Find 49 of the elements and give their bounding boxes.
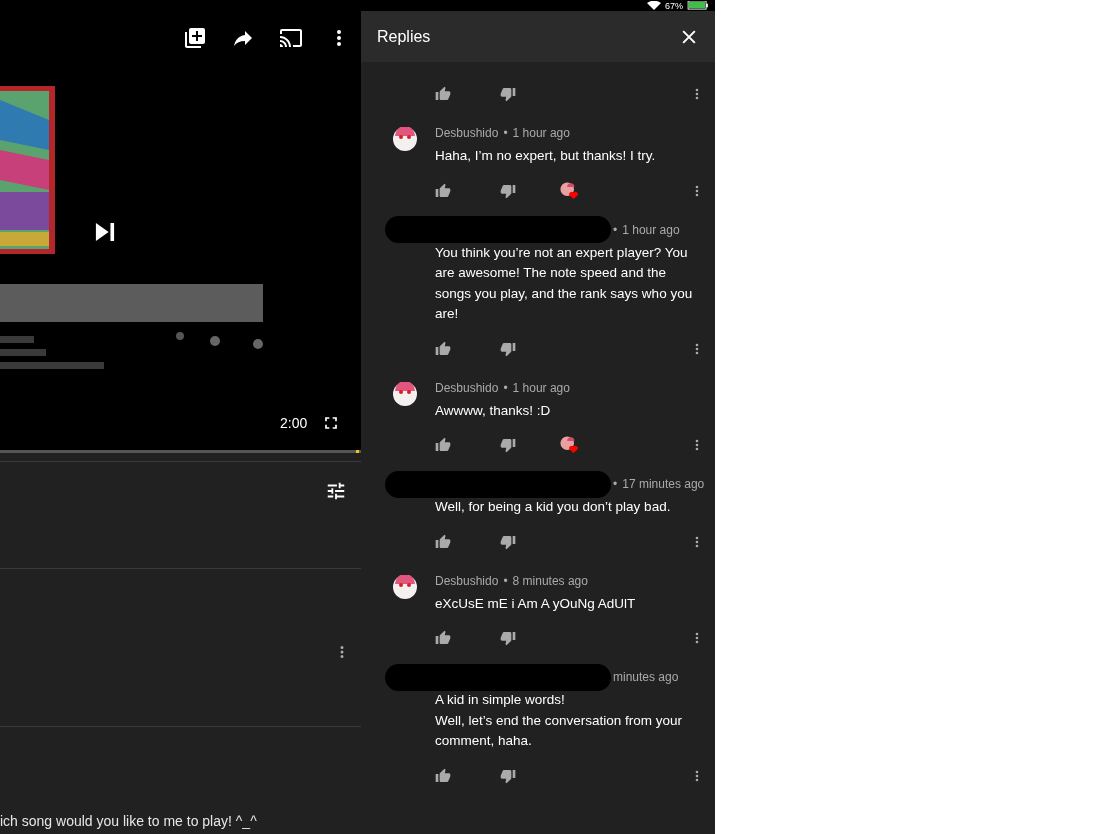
- wifi-icon: [647, 1, 661, 10]
- battery-icon: [687, 1, 709, 10]
- filter-icon[interactable]: [325, 480, 347, 502]
- thumbs-down-icon[interactable]: [500, 437, 516, 453]
- separator-dot: •: [503, 126, 508, 140]
- avatar[interactable]: [393, 574, 417, 599]
- battery-percentage: 67%: [665, 0, 683, 11]
- progress-track[interactable]: [0, 450, 361, 453]
- comment-time: minutes ago: [613, 670, 679, 684]
- thumbs-up-icon[interactable]: [435, 437, 451, 453]
- comment-time: 1 hour ago: [622, 222, 680, 237]
- comment-time: 8 minutes ago: [512, 573, 588, 588]
- thumbs-up-icon[interactable]: [435, 182, 451, 199]
- comment-text: Haha, I’m no expert, but thanks! I try.: [435, 147, 657, 165]
- thumbs-up-icon[interactable]: [435, 340, 451, 357]
- thumbs-up-icon[interactable]: [435, 533, 451, 550]
- thumbs-up-icon[interactable]: [435, 630, 451, 646]
- avatar[interactable]: [393, 127, 417, 151]
- comment-time: 1 hour ago: [512, 380, 570, 395]
- thumbs-up-icon[interactable]: [435, 767, 451, 784]
- comment-author[interactable]: Desbushido: [435, 126, 499, 140]
- separator-dot: •: [613, 222, 618, 237]
- comment-author[interactable]: Desbushido: [435, 380, 499, 395]
- add-to-playlist-icon[interactable]: [183, 26, 207, 50]
- thumbs-down-icon[interactable]: [500, 340, 516, 357]
- comment-text: Well, for being a kid you don’t play bad.: [435, 498, 672, 516]
- thumbs-down-icon[interactable]: [500, 533, 516, 550]
- skip-next-icon[interactable]: [95, 222, 115, 242]
- panel-title: Replies: [377, 27, 431, 46]
- separator-dot: •: [503, 573, 508, 588]
- progress-marker: [356, 450, 359, 453]
- thumbs-down-icon[interactable]: [500, 86, 516, 102]
- separator-dot: •: [503, 380, 508, 395]
- avatar[interactable]: [393, 381, 417, 406]
- video-duration: 2:00: [280, 415, 308, 431]
- comment-text: A kid in simple words! Well, let’s end the conversation from your comment, haha.: [435, 691, 684, 750]
- comment-text: ich song would you like to me to play! ^_^: [0, 813, 257, 829]
- comment-text: You think you’re not an expert player? You are awesome! The note speed and the songs you play, and the rank says who you are!: [435, 243, 694, 323]
- comment-text: eXcUsE mE i Am A yOuNg AdUlT: [435, 594, 637, 613]
- comment-author[interactable]: Desbushido: [435, 573, 499, 588]
- comment-time: 17 minutes ago: [622, 477, 705, 491]
- thumbs-down-icon[interactable]: [500, 630, 516, 646]
- comment-time: 1 hour ago: [512, 126, 570, 140]
- comment-text: Awwww, thanks! :D: [435, 401, 552, 420]
- thumbs-down-icon[interactable]: [500, 767, 516, 784]
- cast-icon[interactable]: [279, 26, 303, 50]
- thumbs-down-icon[interactable]: [500, 182, 516, 199]
- thumbs-up-icon[interactable]: [435, 86, 451, 102]
- separator-dot: •: [613, 477, 618, 491]
